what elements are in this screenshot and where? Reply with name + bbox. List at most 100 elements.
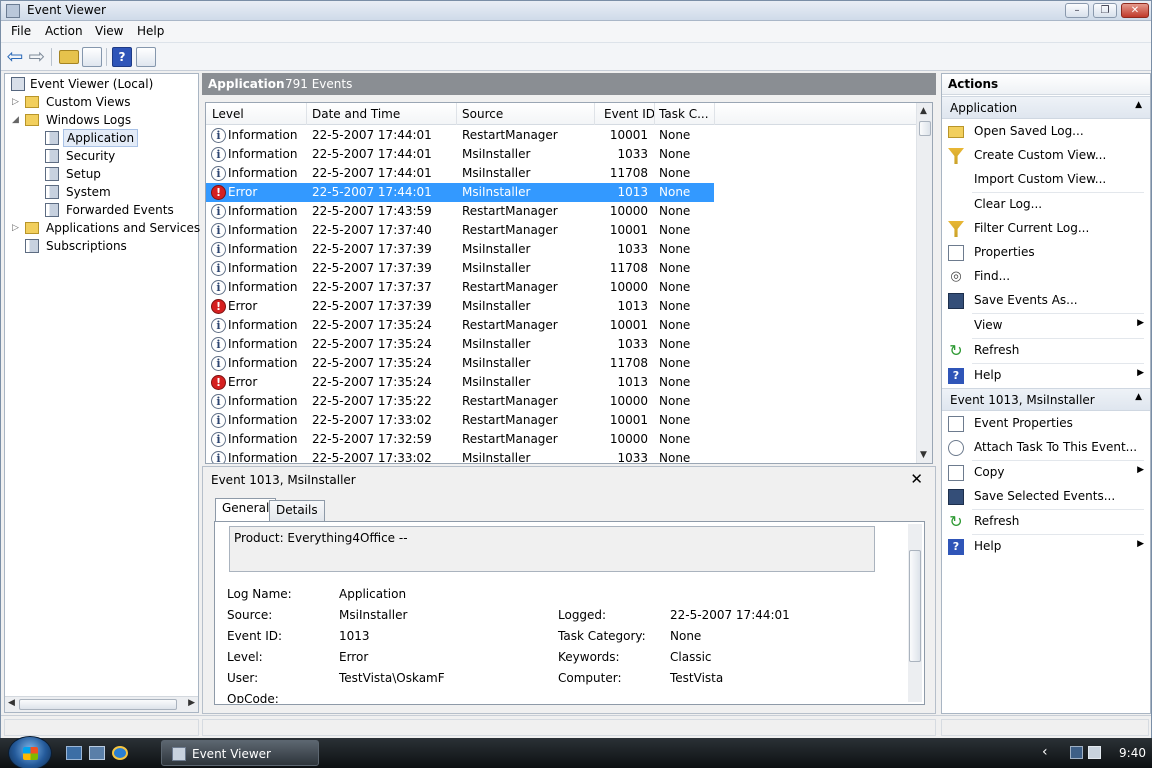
table-row[interactable]: i Information 22-5-2007 17:37:39 MsiInstall… [206, 259, 714, 278]
table-row[interactable]: i Information 22-5-2007 17:44:01 MsiInstall… [206, 164, 714, 183]
user-value: TestVista\OskamF [339, 671, 445, 685]
scroll-thumb[interactable] [19, 699, 177, 710]
menu-view[interactable]: View [95, 24, 123, 38]
maximize-button[interactable]: ❐ [1093, 3, 1117, 18]
up-folder-icon[interactable] [59, 50, 79, 64]
start-button[interactable] [8, 736, 52, 768]
scroll-right-icon[interactable]: ▶ [188, 698, 195, 708]
column-level[interactable]: Level [212, 107, 244, 121]
expand-icon[interactable]: ▷ [11, 98, 20, 107]
action-item[interactable]: ? Help ▶ [942, 364, 1150, 388]
action-item[interactable]: View ▶ [942, 314, 1150, 338]
close-button[interactable]: ✕ [1121, 3, 1149, 18]
tab-details[interactable]: Details [269, 500, 325, 521]
action-item[interactable]: Properties [942, 241, 1150, 265]
table-row[interactable]: i Information 22-5-2007 17:35:24 RestartMan… [206, 316, 714, 335]
action-item[interactable]: ↻ Refresh [942, 339, 1150, 363]
tray-chevron-icon[interactable]: ‹ [1042, 744, 1048, 760]
minimize-button[interactable]: – [1065, 3, 1089, 18]
expand-icon[interactable]: ▷ [11, 224, 20, 233]
scroll-left-icon[interactable]: ◀ [8, 698, 15, 708]
cell-date-time: 22-5-2007 17:43:59 [312, 204, 432, 218]
table-row[interactable]: ! Error 22-5-2007 17:37:39 MsiInstaller 1013… [206, 297, 714, 316]
user-label: User: [227, 671, 259, 685]
column-divider[interactable] [456, 103, 457, 125]
action-item[interactable]: Save Events As... [942, 289, 1150, 313]
table-row[interactable]: i Information 22-5-2007 17:35:24 MsiInstall… [206, 354, 714, 373]
collapse-icon[interactable]: ▲ [1135, 392, 1142, 402]
column-event-id[interactable]: Event ID [604, 107, 655, 121]
column-date-time[interactable]: Date and Time [312, 107, 400, 121]
cell-task-category: None [659, 356, 691, 370]
close-detail-icon[interactable]: ✕ [910, 470, 923, 488]
clock[interactable]: 9:40 [1119, 746, 1146, 760]
table-row[interactable]: i Information 22-5-2007 17:43:59 RestartMan… [206, 202, 714, 221]
volume-icon[interactable] [1088, 746, 1101, 759]
action-item[interactable]: ↻ Refresh [942, 510, 1150, 534]
table-row[interactable]: i Information 22-5-2007 17:35:24 MsiInstall… [206, 335, 714, 354]
column-task-category[interactable]: Task C... [659, 107, 709, 121]
action-item[interactable]: Copy ▶ [942, 461, 1150, 485]
action-item[interactable]: Create Custom View... [942, 144, 1150, 168]
scroll-up-icon[interactable]: ▲ [920, 106, 927, 116]
scroll-down-icon[interactable]: ▼ [920, 450, 927, 460]
column-divider[interactable] [594, 103, 595, 125]
action-item[interactable]: Clear Log... [942, 193, 1150, 217]
windows-logo-icon [23, 747, 38, 760]
show-hide-tree-icon[interactable] [82, 47, 102, 67]
events-vertical-scrollbar[interactable]: ▲ ▼ [916, 103, 932, 463]
back-arrow-icon[interactable]: ⇦ [5, 46, 25, 67]
internet-explorer-icon[interactable] [112, 746, 128, 760]
collapse-icon[interactable]: ▲ [1135, 100, 1142, 110]
forward-arrow-icon[interactable]: ⇨ [27, 46, 47, 67]
table-row[interactable]: ! Error 22-5-2007 17:44:01 MsiInstaller 1013… [206, 183, 714, 202]
event-message[interactable]: Product: Everything4Office -- [229, 526, 875, 572]
source-label: Source: [227, 608, 273, 622]
tab-general[interactable]: General [215, 498, 277, 522]
show-hide-action-pane-icon[interactable] [136, 47, 156, 67]
table-row[interactable]: i Information 22-5-2007 17:37:39 MsiInstall… [206, 240, 714, 259]
column-source[interactable]: Source [462, 107, 503, 121]
cell-event-id: 1033 [617, 337, 648, 351]
table-row[interactable]: i Information 22-5-2007 17:33:02 MsiInstall… [206, 449, 714, 463]
action-item[interactable]: Filter Current Log... [942, 217, 1150, 241]
table-row[interactable]: i Information 22-5-2007 17:33:02 RestartMan… [206, 411, 714, 430]
cell-source: RestartManager [462, 204, 558, 218]
table-row[interactable]: i Information 22-5-2007 17:37:37 RestartMan… [206, 278, 714, 297]
column-divider[interactable] [714, 103, 715, 125]
title-bar[interactable]: Event Viewer – ❐ ✕ [1, 1, 1151, 21]
tree-horizontal-scrollbar[interactable]: ◀ ▶ [5, 696, 198, 712]
column-divider[interactable] [306, 103, 307, 125]
column-divider[interactable] [654, 103, 655, 125]
menu-action[interactable]: Action [45, 24, 83, 38]
table-row[interactable]: i Information 22-5-2007 17:44:01 RestartMan… [206, 126, 714, 145]
actions-section-event[interactable]: Event 1013, MsiInstaller ▲ [942, 388, 1150, 411]
table-row[interactable]: i Information 22-5-2007 17:32:59 RestartMan… [206, 430, 714, 449]
taskbar-button-event-viewer[interactable]: Event Viewer [161, 740, 319, 766]
cell-task-category: None [659, 147, 691, 161]
scroll-thumb[interactable] [909, 550, 921, 662]
action-item[interactable]: Import Custom View... [942, 168, 1150, 192]
menu-file[interactable]: File [11, 24, 31, 38]
table-row[interactable]: i Information 22-5-2007 17:37:40 RestartMan… [206, 221, 714, 240]
switch-windows-icon[interactable] [89, 746, 105, 760]
action-item[interactable]: Event Properties [942, 412, 1150, 436]
menu-help[interactable]: Help [137, 24, 164, 38]
table-row[interactable]: i Information 22-5-2007 17:44:01 MsiInstall… [206, 145, 714, 164]
action-item[interactable]: Attach Task To This Event... [942, 436, 1150, 460]
action-item[interactable]: ? Help ▶ [942, 535, 1150, 559]
show-desktop-icon[interactable] [66, 746, 82, 760]
help-icon[interactable]: ? [112, 47, 132, 67]
action-item[interactable]: Open Saved Log... [942, 120, 1150, 144]
detail-vertical-scrollbar[interactable] [908, 524, 922, 702]
actions-section-application[interactable]: Application ▲ [942, 96, 1150, 119]
action-item[interactable]: ◎ Find... [942, 265, 1150, 289]
collapse-icon[interactable]: ◢ [11, 116, 20, 125]
network-icon[interactable] [1070, 746, 1083, 759]
cell-date-time: 22-5-2007 17:35:24 [312, 318, 432, 332]
table-row[interactable]: i Information 22-5-2007 17:35:22 RestartMan… [206, 392, 714, 411]
tree-item-label: Event Viewer (Local) [30, 77, 154, 91]
action-item[interactable]: Save Selected Events... [942, 485, 1150, 509]
scroll-thumb[interactable] [919, 121, 931, 136]
table-row[interactable]: ! Error 22-5-2007 17:35:24 MsiInstaller 1013… [206, 373, 714, 392]
